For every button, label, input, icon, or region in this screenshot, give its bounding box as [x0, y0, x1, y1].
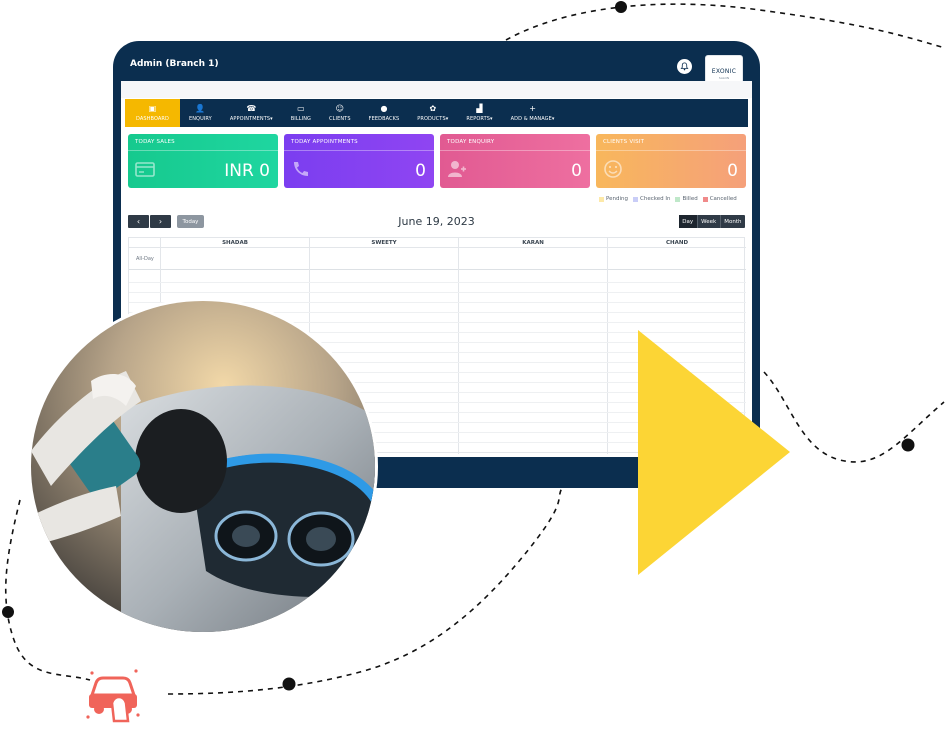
nav-products[interactable]: ✿ PRODUCTS▾	[408, 99, 457, 127]
view-week-button[interactable]: Week	[696, 215, 720, 228]
nav-appointments[interactable]: ☎ APPOINTMENTS▾	[221, 99, 282, 127]
card-title: TODAY APPOINTMENTS	[291, 139, 358, 145]
view-switcher: Day Week Month	[678, 215, 745, 228]
add-user-icon: 👤	[195, 104, 206, 113]
nav-feedbacks[interactable]: ● FEEDBACKS	[360, 99, 409, 127]
legend-checked-in: Checked In	[633, 196, 670, 202]
nav-label: ADD & MANAGE▾	[510, 116, 555, 122]
main-navbar: ▣ DASHBOARD 👤 ENQUIRY ☎ APPOINTMENTS▾ ▭ …	[125, 99, 748, 127]
car-polishing-photo	[28, 298, 378, 635]
smiley-icon	[604, 160, 622, 178]
grid-header: SHADAB SWEETY KARAN CHAND	[129, 238, 746, 248]
today-enquiry-card[interactable]: TODAY ENQUIRY 0	[440, 134, 590, 188]
swatch	[599, 196, 604, 202]
plus-icon: +	[529, 104, 536, 113]
smiley-icon: ☺	[335, 104, 344, 113]
card-divider	[284, 150, 434, 151]
legend-cancelled: Cancelled	[702, 196, 737, 202]
swatch	[633, 196, 638, 202]
nav-enquiry[interactable]: 👤 ENQUIRY	[180, 99, 221, 127]
phone-icon	[294, 162, 308, 176]
stat-cards: TODAY SALES INR 0 TODAY APPOINTMENTS 0 T…	[128, 134, 746, 188]
app-header: Admin (Branch 1) EXONIC SALON	[113, 41, 760, 93]
reports-icon: ▟	[476, 104, 483, 113]
nav-label: FEEDBACKS	[368, 116, 400, 122]
prev-button[interactable]: ‹	[128, 215, 149, 228]
calendar-toolbar: June 19, 2023 ‹ › Today Day Week Month	[128, 215, 745, 229]
nav-label: CLIENTS	[329, 116, 351, 122]
swatch	[675, 196, 681, 202]
view-month-button[interactable]: Month	[719, 215, 745, 228]
card-title: TODAY SALES	[135, 139, 175, 145]
card-divider	[596, 150, 746, 151]
nav-add-manage[interactable]: + ADD & MANAGE▾	[502, 99, 564, 127]
column-header: SHADAB	[160, 238, 309, 248]
calendar-date: June 19, 2023	[398, 215, 475, 228]
logo-text: EXONIC	[711, 68, 737, 75]
grid-line	[129, 282, 746, 283]
notification-bell-icon[interactable]	[677, 59, 692, 74]
card-title: CLIENTS VISIT	[603, 139, 645, 145]
next-button[interactable]: ›	[150, 215, 171, 228]
card-title: TODAY ENQUIRY	[447, 139, 495, 145]
today-sales-card[interactable]: TODAY SALES INR 0	[128, 134, 278, 188]
top-strip	[121, 81, 752, 98]
nav-label: APPOINTMENTS▾	[229, 116, 273, 122]
card-divider	[128, 150, 278, 151]
status-legend: Pending Checked In Billed Cancelled	[599, 196, 737, 202]
feedback-icon: ●	[380, 104, 388, 113]
column-header: CHAND	[607, 238, 746, 248]
nav-billing[interactable]: ▭ BILLING	[282, 99, 320, 127]
card-icon	[135, 162, 155, 177]
today-button[interactable]: Today	[177, 215, 204, 228]
dashboard-icon: ▣	[148, 104, 157, 113]
phone-icon: ☎	[246, 104, 257, 113]
logo-subtext: SALON	[718, 76, 730, 80]
branch-title: Admin (Branch 1)	[130, 59, 219, 69]
nav-label: BILLING	[290, 116, 312, 122]
card-value: 0	[415, 161, 426, 181]
nav-label: PRODUCTS▾	[417, 116, 449, 122]
nav-label: ENQUIRY	[188, 116, 212, 122]
legend-billed: Billed	[675, 196, 698, 202]
car-wash-icon	[86, 669, 140, 723]
column-header: KARAN	[458, 238, 607, 248]
nav-reports[interactable]: ▟ REPORTS▾	[457, 99, 501, 127]
card-divider	[440, 150, 590, 151]
legend-pending: Pending	[599, 196, 628, 202]
all-day-row[interactable]: All-Day	[129, 248, 746, 270]
today-appointments-card[interactable]: TODAY APPOINTMENTS 0	[284, 134, 434, 188]
play-triangle-icon[interactable]	[638, 330, 790, 575]
billing-icon: ▭	[297, 104, 305, 113]
column-header: SWEETY	[309, 238, 458, 248]
view-day-button[interactable]: Day	[678, 215, 697, 228]
all-day-label: All-Day	[136, 256, 154, 262]
products-icon: ✿	[429, 104, 437, 113]
card-value: 0	[727, 161, 738, 181]
clients-visit-card[interactable]: CLIENTS VISIT 0	[596, 134, 746, 188]
nav-label: REPORTS▾	[466, 116, 493, 122]
nav-label: DASHBOARD	[136, 116, 169, 122]
add-user-icon	[448, 161, 466, 177]
grid-line	[129, 292, 746, 293]
nav-dashboard[interactable]: ▣ DASHBOARD	[125, 99, 180, 127]
nav-clients[interactable]: ☺ CLIENTS	[320, 99, 360, 127]
card-value: INR 0	[224, 161, 270, 181]
swatch	[702, 196, 708, 202]
card-value: 0	[571, 161, 582, 181]
